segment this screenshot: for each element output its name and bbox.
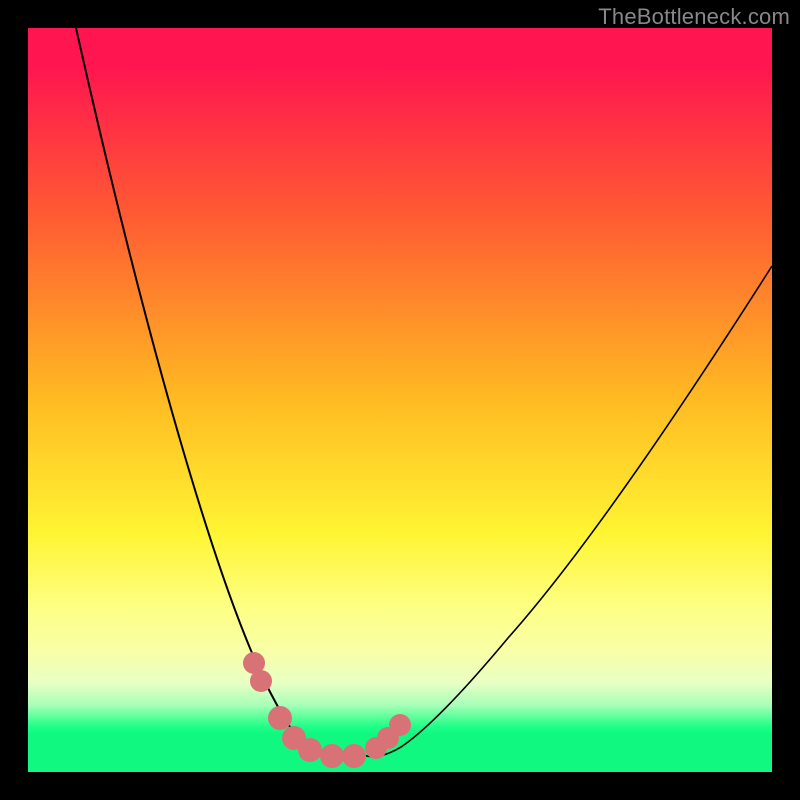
marker-group <box>243 652 411 768</box>
chart-svg <box>28 28 772 772</box>
curve-marker <box>342 744 366 768</box>
curve-marker <box>268 706 292 730</box>
watermark-text: TheBottleneck.com <box>598 4 790 30</box>
curve-marker <box>298 738 322 762</box>
curve-marker <box>250 670 272 692</box>
bottleneck-curve-left <box>76 28 362 758</box>
bottleneck-curve-right <box>362 266 772 757</box>
chart-plot-area <box>28 28 772 772</box>
curve-marker <box>320 744 344 768</box>
curve-marker <box>389 714 411 736</box>
